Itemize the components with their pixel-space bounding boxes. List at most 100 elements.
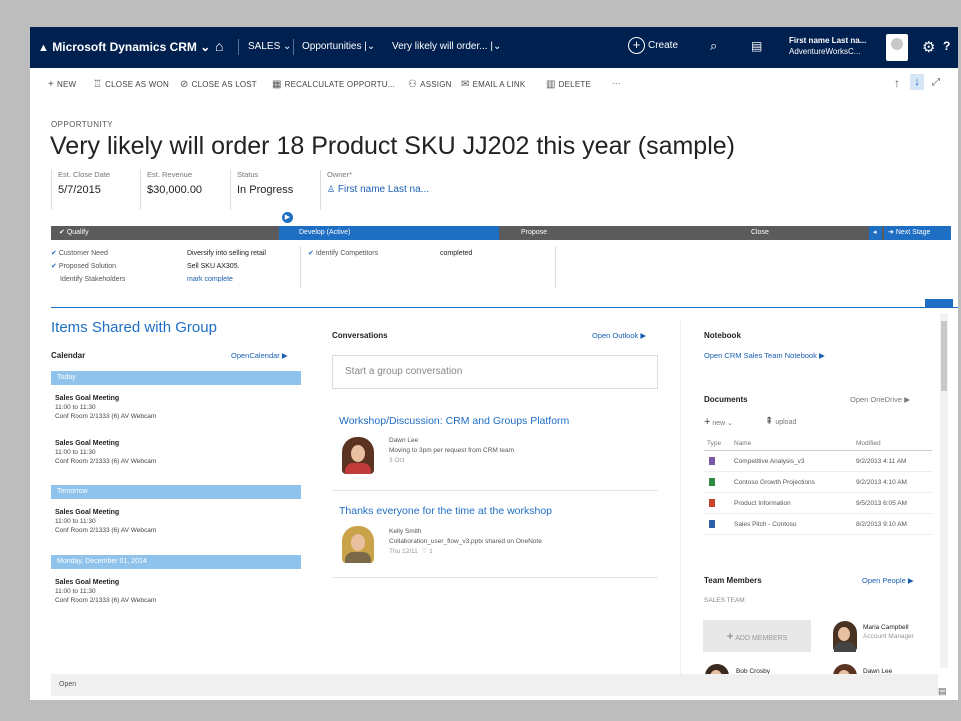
step-customer-need[interactable]: ✔ Customer Need [51, 247, 125, 260]
scrollbar-thumb[interactable] [941, 321, 947, 391]
stage-propose[interactable]: Propose [521, 226, 547, 240]
calendar-event[interactable]: Sales Goal Meeting 11:00 to 11:30 Conf R… [55, 508, 156, 535]
top-nav-bar: ▲ Microsoft Dynamics CRM ⌄ ⌂ SALES ⌄ Opp… [30, 27, 958, 68]
footer-strip: Open [51, 674, 938, 696]
app-title[interactable]: ▲ Microsoft Dynamics CRM ⌄ [38, 40, 210, 54]
nav-area-sales[interactable]: SALES ⌄ [248, 41, 291, 52]
nav-record[interactable]: Very likely will order... |⌄ [392, 41, 501, 52]
step-proposed-solution[interactable]: ✔ Proposed Solution [51, 260, 125, 273]
crm-window: ▲ Microsoft Dynamics CRM ⌄ ⌂ SALES ⌄ Opp… [30, 27, 958, 700]
new-button[interactable]: + NEW [48, 79, 76, 90]
calendar-event[interactable]: Sales Goal Meeting 11:00 to 11:30 Conf R… [55, 578, 156, 605]
next-stage-button[interactable]: ➜ Next Stage [884, 226, 951, 240]
user-icon: ♙ [327, 184, 336, 194]
notebook-heading: Notebook [704, 331, 741, 340]
open-outlook-link[interactable]: Open Outlook ▶ [592, 331, 646, 340]
record-title: Very likely will order 18 Product SKU JJ… [50, 132, 735, 160]
team-members-heading: Team Members [704, 576, 762, 585]
plus-icon: + [726, 629, 734, 643]
header-field-owner[interactable]: Owner* ♙ First name Last na... [320, 170, 470, 210]
avatar [340, 436, 376, 474]
previous-record-icon[interactable]: ↑ [894, 76, 900, 90]
panel-toggle-icon[interactable]: ▤ [938, 686, 947, 697]
scrollbar[interactable] [940, 313, 948, 668]
close-as-won-button[interactable]: ♖ CLOSE AS WON [93, 79, 169, 90]
word-file-icon [709, 520, 715, 528]
process-steps-right: ✔ Identify Competitors [308, 247, 378, 260]
home-icon[interactable]: ⌂ [215, 38, 223, 54]
arrow-right-icon: ➜ [888, 229, 896, 236]
header-field-close-date[interactable]: Est. Close Date 5/7/2015 [51, 170, 138, 210]
command-bar: + NEW ♖ CLOSE AS WON ⊘ CLOSE AS LOST ▦ RECAL… [30, 68, 958, 98]
create-button[interactable]: + Create [628, 37, 678, 54]
user-info[interactable]: First name Last na... AdventureWorksC... [789, 35, 866, 57]
day-header-tomorrow: Tomorrow [51, 485, 301, 499]
stage-qualify[interactable]: ✔ Qualify [59, 226, 89, 240]
documents-heading: Documents [704, 395, 748, 404]
close-as-lost-button[interactable]: ⊘ CLOSE AS LOST [180, 79, 257, 90]
upload-button[interactable]: ⇞ upload [765, 416, 796, 427]
stage-develop[interactable]: Develop (Active) [279, 226, 499, 240]
day-header-monday: Monday, December 01, 2014 [51, 555, 301, 569]
conversation-post-title[interactable]: Thanks everyone for the time at the work… [339, 505, 552, 517]
stage-close[interactable]: Close [751, 226, 769, 240]
powerpoint-file-icon [709, 499, 715, 507]
collapse-process-button[interactable] [925, 299, 953, 307]
start-conversation-input[interactable]: Start a group conversation [332, 355, 658, 389]
user-avatar[interactable] [886, 34, 908, 61]
open-icon: ▶ [818, 351, 825, 360]
table-row[interactable]: Product Information 9/5/2013 6:05 AM [704, 493, 932, 514]
delete-button[interactable]: ▥ DELETE [546, 79, 591, 90]
table-row[interactable]: Contoso Growth Projections 9/2/2013 4:10… [704, 472, 932, 493]
team-member[interactable]: Maria Campbell Account Manager [863, 623, 914, 641]
calculator-icon: ▦ [272, 79, 282, 90]
step-identify-competitors[interactable]: ✔ Identify Competitors [308, 247, 378, 260]
calendar-event[interactable]: Sales Goal Meeting 11:00 to 11:30 Conf R… [55, 394, 156, 421]
dynamics-logo-icon: ▲ [38, 42, 49, 54]
add-members-button[interactable]: + ADD MEMBERS [703, 620, 811, 652]
open-icon: ▶ [904, 395, 910, 404]
process-steps-left: ✔ Customer Need ✔ Proposed Solution Iden… [51, 247, 125, 286]
check-icon: ✔ [59, 229, 67, 236]
assign-button[interactable]: ⚇ ASSIGN [408, 79, 452, 90]
trophy-icon: ♖ [93, 79, 103, 90]
search-icon[interactable]: ⌕ [710, 38, 717, 54]
expand-icon[interactable]: ⤢ [932, 77, 940, 88]
recalculate-button[interactable]: ▦ RECALCULATE OPPORTU... [272, 79, 395, 90]
open-onedrive-link[interactable]: Open OneDrive ▶ [850, 395, 910, 404]
gear-icon[interactable]: ⚙ [922, 38, 935, 56]
mark-complete-link[interactable]: mark complete [187, 273, 266, 286]
plus-icon: + [48, 79, 55, 90]
open-calendar-link[interactable]: OpenCalendar ▶ [231, 351, 288, 360]
more-commands-button[interactable]: ··· [612, 79, 621, 88]
previous-stage-button[interactable]: ◂ [869, 226, 882, 240]
table-row[interactable]: Sales Pitch - Contoso 8/2/2013 9:10 AM [704, 514, 932, 535]
conversation-post: Dawn Lee Moving to 3pm per request from … [389, 437, 514, 464]
open-status[interactable]: Open [59, 681, 76, 688]
advanced-find-icon[interactable]: ▤ [751, 39, 762, 53]
process-step-right-values: completed [440, 250, 473, 257]
lost-icon: ⊘ [180, 79, 189, 90]
step-identify-stakeholders[interactable]: Identify Stakeholders [51, 273, 125, 286]
assign-icon: ⚇ [408, 79, 418, 90]
documents-table: Type Name Modified Competitive Analysis_… [704, 437, 932, 535]
open-notebook-link[interactable]: Open CRM Sales Team Notebook ▶ [704, 351, 825, 360]
email-link-button[interactable]: ✉ EMAIL A LINK [461, 79, 525, 90]
next-record-icon[interactable]: ↓ [910, 74, 924, 90]
conversation-post-title[interactable]: Workshop/Discussion: CRM and Groups Plat… [339, 415, 569, 427]
header-field-status[interactable]: Status In Progress [230, 170, 316, 210]
like-icon[interactable]: ♡ [421, 548, 427, 555]
open-icon: ▶ [907, 576, 914, 585]
email-icon: ✉ [461, 79, 470, 90]
trash-icon: ▥ [546, 79, 556, 90]
nav-entity-opportunities[interactable]: Opportunities |⌄ [302, 41, 375, 52]
calendar-event[interactable]: Sales Goal Meeting 11:00 to 11:30 Conf R… [55, 439, 156, 466]
chevron-down-icon: ⌄ [200, 40, 211, 54]
new-document-button[interactable]: + new ⌄ [704, 416, 733, 428]
header-field-revenue[interactable]: Est. Revenue $30,000.00 [140, 170, 228, 210]
help-icon[interactable]: ? [943, 39, 950, 53]
open-people-link[interactable]: Open People ▶ [862, 576, 914, 585]
items-shared-title: Items Shared with Group [51, 319, 217, 336]
sales-team-label: SALES TEAM [704, 597, 745, 604]
table-row[interactable]: Competitive Analysis_v3 9/2/2013 4:11 AM [704, 451, 932, 472]
